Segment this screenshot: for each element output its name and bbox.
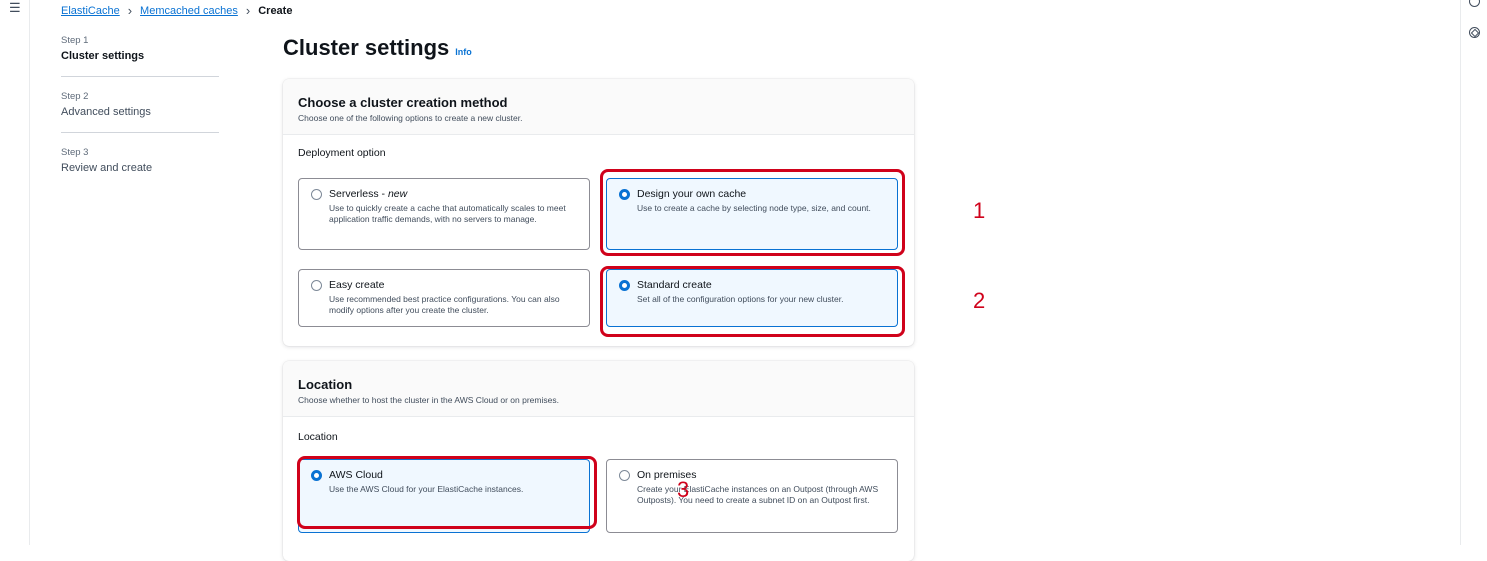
step-number: Step 3 [61,147,89,158]
annotation-number-3: 3 [677,477,690,502]
right-rail [1460,0,1487,545]
chevron-right-icon: › [245,3,251,18]
option-title: Serverless - new [329,188,408,200]
annotation-number-2: 2 [973,288,986,313]
step-advanced-settings[interactable]: Step 2 Advanced settings [61,91,219,133]
panel-header: Location Choose whether to host the clus… [283,361,914,417]
radio-button[interactable] [311,189,322,200]
settings-panel-icon[interactable] [1469,27,1480,38]
option-description: Use recommended best practice configurat… [329,294,560,316]
panel-heading: Choose a cluster creation method [298,95,508,110]
easy-create-option[interactable]: Easy create Use recommended best practic… [298,269,590,327]
radio-button[interactable] [619,470,630,481]
option-description: Use to quickly create a cache that autom… [329,203,566,225]
panel-description: Choose whether to host the cluster in th… [298,395,559,405]
panel-description: Choose one of the following options to c… [298,113,523,123]
chevron-right-icon: › [127,3,133,18]
panel-heading: Location [298,377,353,392]
step-cluster-settings[interactable]: Step 1 Cluster settings [61,35,219,77]
annotation-box-2 [600,266,905,337]
deployment-option-label: Deployment option [298,147,386,159]
page-title-text: Cluster settings [283,35,450,60]
page-title: Cluster settings Info [283,35,472,61]
on-premises-option[interactable]: On premises Create your ElastiCache inst… [606,459,898,533]
annotation-box-3 [297,456,597,529]
menu-icon[interactable]: ☰ [9,1,21,14]
panel-header: Choose a cluster creation method Choose … [283,79,914,135]
left-rail: ☰ [0,0,30,545]
step-number: Step 1 [61,35,89,46]
breadcrumb: ElastiCache › Memcached caches › Create [61,4,292,17]
breadcrumb-memcached-link[interactable]: Memcached caches [140,5,238,17]
annotation-box-1 [600,169,905,256]
option-title: On premises [637,469,697,481]
step-title: Review and create [61,162,153,174]
step-title: Cluster settings [61,50,145,62]
option-title: Easy create [329,279,385,291]
step-number: Step 2 [61,91,89,102]
annotation-number-1: 1 [973,198,986,223]
wizard-steps: Step 1 Cluster settings Step 2 Advanced … [61,35,219,202]
step-review-create[interactable]: Step 3 Review and create [61,147,219,188]
breadcrumb-elasticache-link[interactable]: ElastiCache [61,5,120,17]
radio-button[interactable] [311,280,322,291]
new-label: new [387,188,408,200]
breadcrumb-current: Create [258,4,293,17]
location-label: Location [298,431,338,443]
option-description: Create your ElastiCache instances on an … [637,484,879,506]
serverless-option[interactable]: Serverless - new Use to quickly create a… [298,178,590,250]
step-title: Advanced settings [61,106,151,118]
info-panel-icon[interactable] [1469,0,1480,7]
info-link[interactable]: Info [455,47,472,57]
